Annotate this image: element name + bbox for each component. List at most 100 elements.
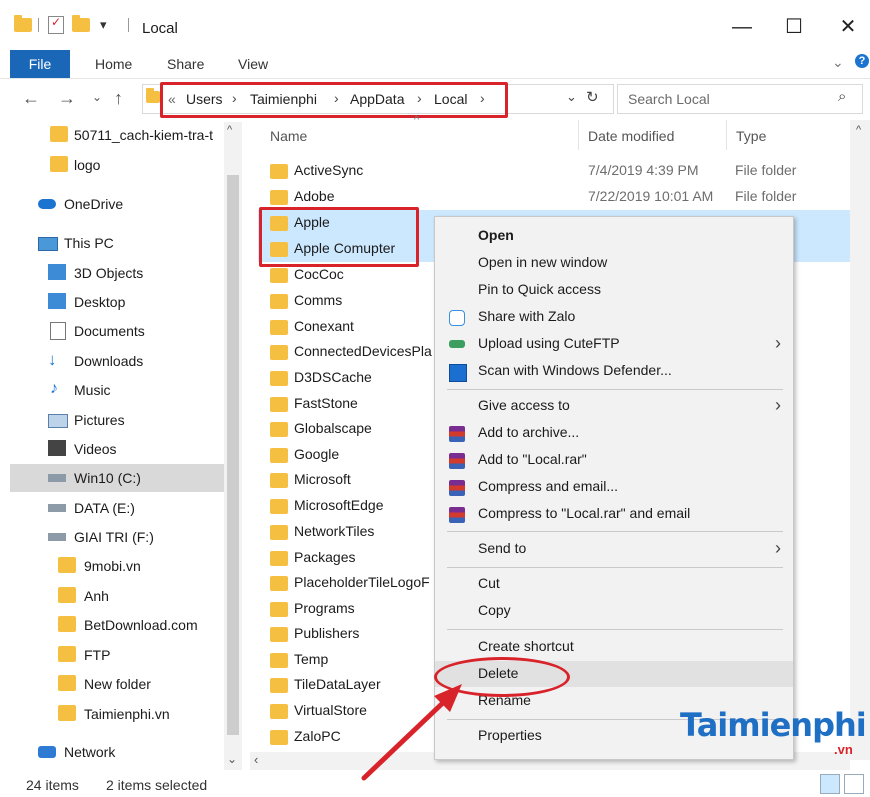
column-header-date[interactable]: Date modified <box>588 128 674 144</box>
file-name: Microsoft <box>294 471 351 487</box>
tab-view[interactable]: View <box>238 56 268 72</box>
scroll-up-icon[interactable]: ^ <box>856 124 861 136</box>
maximize-button[interactable]: ☐ <box>774 10 814 44</box>
folder-icon <box>270 473 288 488</box>
3d-objects-icon <box>48 264 66 280</box>
nav-item-win10-c[interactable]: Win10 (C:) <box>10 464 224 492</box>
windows-defender-icon <box>449 364 467 382</box>
nav-item-3d-objects[interactable]: 3D Objects <box>38 259 252 287</box>
forward-arrow-icon[interactable]: → <box>58 88 76 109</box>
column-divider[interactable] <box>726 120 727 150</box>
menu-item-add-archive[interactable]: Add to archive... <box>435 420 793 446</box>
nav-item-network[interactable]: Network <box>28 738 242 766</box>
details-view-icon[interactable] <box>820 774 840 794</box>
nav-item-videos[interactable]: Videos <box>38 435 252 463</box>
menu-item-open-new-window[interactable]: Open in new window <box>435 250 793 276</box>
large-icons-view-icon[interactable] <box>844 774 864 794</box>
scroll-left-icon[interactable]: ‹ <box>254 752 258 767</box>
folder-icon <box>270 499 288 514</box>
help-icon[interactable]: ? <box>855 54 869 68</box>
nav-item-anh[interactable]: Anh <box>48 582 262 610</box>
nav-item-9mobi[interactable]: 9mobi.vn <box>48 552 262 580</box>
menu-item-create-shortcut[interactable]: Create shortcut <box>435 634 793 660</box>
menu-item-scan-defender[interactable]: Scan with Windows Defender... <box>435 358 793 384</box>
nav-item-ftp[interactable]: FTP <box>48 641 262 669</box>
tab-share[interactable]: Share <box>167 56 204 72</box>
file-name: ZaloPC <box>294 728 341 744</box>
refresh-icon[interactable]: ↻ <box>586 88 599 106</box>
menu-item-share-zalo[interactable]: Share with Zalo <box>435 304 793 330</box>
nav-item-pictures[interactable]: Pictures <box>38 406 252 434</box>
nav-item-music[interactable]: ♪ Music <box>38 376 252 404</box>
minimize-button[interactable]: — <box>722 10 762 44</box>
back-arrow-icon[interactable]: ← <box>22 88 40 109</box>
folder-icon <box>58 587 76 603</box>
menu-item-give-access[interactable]: Give access to › <box>435 393 793 419</box>
nav-item-downloads[interactable]: ↓ Downloads <box>38 347 252 375</box>
new-folder-icon[interactable] <box>72 15 90 32</box>
file-name: Temp <box>294 651 329 667</box>
file-name: Programs <box>294 600 355 616</box>
folder-icon <box>270 345 288 360</box>
file-name: Globalscape <box>294 420 372 436</box>
folder-icon <box>270 525 288 540</box>
list-scrollbar[interactable] <box>850 120 870 760</box>
recent-locations-icon[interactable]: ⌄ <box>92 90 102 104</box>
tab-file[interactable]: File <box>10 50 70 78</box>
drive-icon <box>48 504 66 512</box>
column-header-name[interactable]: Name <box>270 128 307 144</box>
menu-item-compress-local-rar-email[interactable]: Compress to "Local.rar" and email <box>435 501 793 527</box>
customize-toolbar-icon[interactable]: ▾ <box>100 17 107 33</box>
nav-item-data-e[interactable]: DATA (E:) <box>38 494 252 522</box>
nav-item-documents[interactable]: Documents <box>38 317 252 345</box>
menu-item-compress-email[interactable]: Compress and email... <box>435 474 793 500</box>
nav-item-logo[interactable]: logo <box>40 151 254 179</box>
nav-item-this-pc[interactable]: This PC <box>28 229 242 257</box>
menu-item-send-to[interactable]: Send to › <box>435 536 793 562</box>
properties-icon[interactable]: ✓ <box>48 15 64 34</box>
nav-item-taimienphi[interactable]: Taimienphi.vn <box>48 700 262 728</box>
folder-icon <box>58 557 76 573</box>
tab-home[interactable]: Home <box>95 56 132 72</box>
drive-icon <box>48 474 66 482</box>
music-icon: ♪ <box>50 380 58 397</box>
close-button[interactable]: ✕ <box>828 10 868 44</box>
file-name: Adobe <box>294 188 335 204</box>
menu-item-pin-quick-access[interactable]: Pin to Quick access <box>435 277 793 303</box>
file-row[interactable]: ActiveSync 7/4/2019 4:39 PM File folder <box>258 158 858 184</box>
nav-item-giai-tri-f[interactable]: GIAI TRI (F:) <box>38 523 252 551</box>
folder-icon <box>270 602 288 617</box>
chevron-down-icon[interactable]: ⌄ <box>566 89 577 105</box>
column-divider[interactable] <box>578 120 579 150</box>
search-icon[interactable]: ⌕ <box>838 88 846 105</box>
column-header-type[interactable]: Type <box>736 128 766 144</box>
winrar-icon <box>449 453 465 469</box>
file-name: D3DSCache <box>294 369 372 385</box>
menu-item-upload-cuteftp[interactable]: Upload using CuteFTP › <box>435 331 793 357</box>
taimienphi-logo-suffix: .vn <box>834 742 853 757</box>
menu-item-copy[interactable]: Copy <box>435 598 793 624</box>
menu-item-add-local-rar[interactable]: Add to "Local.rar" <box>435 447 793 473</box>
nav-item-new-folder[interactable]: New folder <box>48 670 262 698</box>
menu-item-cut[interactable]: Cut <box>435 571 793 597</box>
file-type: File folder <box>735 162 797 178</box>
chevron-down-icon[interactable]: ⌄ <box>832 54 844 71</box>
nav-item-betdownload[interactable]: BetDownload.com <box>48 611 262 639</box>
nav-item-desktop[interactable]: Desktop <box>38 288 252 316</box>
file-name: ConnectedDevicesPla <box>294 343 432 359</box>
nav-item-50711[interactable]: 50711_cach-kiem-tra-t <box>40 121 254 149</box>
folder-icon <box>50 126 68 142</box>
folder-icon <box>270 422 288 437</box>
zalo-icon <box>449 310 465 326</box>
menu-item-open[interactable]: Open <box>435 223 793 249</box>
status-item-count: 24 items <box>26 777 79 793</box>
divider <box>128 18 129 32</box>
file-date: 7/4/2019 4:39 PM <box>588 162 699 178</box>
window-title: Local <box>142 20 178 37</box>
videos-icon <box>48 440 66 456</box>
arrow-annotation <box>361 684 462 781</box>
nav-item-onedrive[interactable]: OneDrive <box>28 190 242 218</box>
up-arrow-icon[interactable]: ↑ <box>114 88 123 109</box>
pictures-icon <box>48 414 68 428</box>
folder-icon <box>270 704 288 719</box>
